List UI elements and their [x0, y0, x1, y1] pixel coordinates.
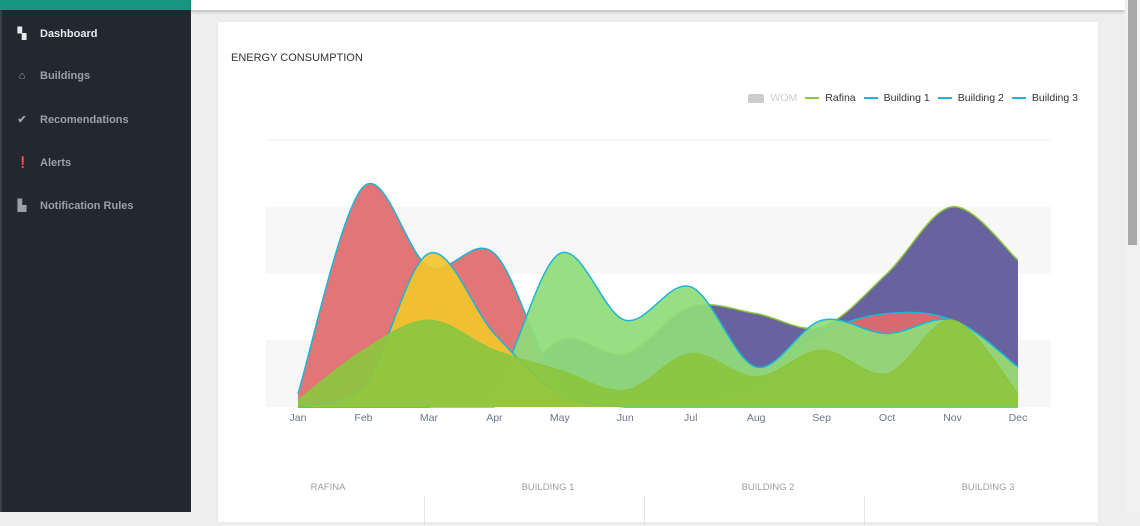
- x-tick-label: Sep: [812, 412, 831, 424]
- legend-item[interactable]: Building 3: [1011, 92, 1078, 104]
- divider: [864, 496, 865, 526]
- divider: [644, 496, 645, 526]
- legend-swatch: [805, 97, 820, 99]
- sidebar-item-label: Buildings: [40, 70, 91, 82]
- x-tick-label: Dec: [1009, 412, 1028, 424]
- column-header-rafina: RAFINA: [310, 482, 346, 493]
- scrollbar[interactable]: [1125, 0, 1140, 512]
- dashboard-icon: ▚: [17, 28, 27, 40]
- legend-item[interactable]: WOM: [748, 92, 797, 104]
- scrollbar-thumb[interactable]: [1128, 0, 1137, 245]
- legend-item[interactable]: Building 2: [937, 92, 1004, 104]
- legend-swatch: [1011, 97, 1026, 99]
- x-tick-label: Feb: [354, 412, 372, 424]
- x-tick-label: Apr: [486, 412, 503, 424]
- sidebar-item-label: Alerts: [40, 156, 72, 169]
- x-tick-label: Aug: [747, 412, 766, 424]
- x-tick-label: Jul: [684, 412, 697, 424]
- home-icon: ⌂: [18, 70, 26, 82]
- column-header-building-2: BUILDING 2: [741, 482, 795, 493]
- sidebar-item-buildings[interactable]: ⌂ Buildings: [16, 70, 90, 82]
- legend-item[interactable]: Building 1: [863, 92, 930, 104]
- sidebar-item-label: Notification Rules: [40, 199, 134, 212]
- legend-label: Building 3: [1031, 92, 1078, 104]
- x-tick-label: Jun: [617, 412, 634, 424]
- energy-chart: Jan Feb Mar Apr May Jun Jul Aug Sep Oct Nov Dec: [266, 139, 1051, 424]
- x-tick-label: Jan: [290, 412, 307, 424]
- check-icon: ✔: [17, 114, 27, 126]
- legend-swatch: [748, 93, 765, 103]
- sidebar-item-recomendations[interactable]: ✔ Recomendations: [16, 113, 129, 127]
- top-bar: [191, 0, 1125, 10]
- legend-swatch: [937, 97, 952, 99]
- legend-swatch: [863, 97, 878, 99]
- sidebar-item-dashboard[interactable]: ▚ Dashboard: [16, 27, 98, 41]
- x-tick-label: Mar: [420, 412, 439, 424]
- x-tick-label: Oct: [879, 412, 895, 424]
- sidebar-item-label: Recomendations: [40, 113, 129, 126]
- legend-label: Building 2: [957, 92, 1004, 104]
- sidebar-item-alerts[interactable]: ❗ Alerts: [16, 156, 72, 170]
- legend-item[interactable]: Rafina: [805, 92, 856, 104]
- sidebar-item-label: Dashboard: [40, 27, 98, 40]
- x-tick-label: Nov: [943, 412, 962, 424]
- chart-legend: WOM Rafina Building 1 Building 2 Building 3: [740, 92, 1078, 104]
- sidebar-item-notification-rules[interactable]: ▙ Notification Rules: [16, 199, 134, 213]
- x-tick-label: May: [550, 412, 571, 424]
- legend-label: Building 1: [883, 92, 930, 104]
- column-header-building-1: BUILDING 1: [521, 482, 575, 493]
- alert-icon: ❗: [16, 157, 30, 169]
- energy-consumption-card: ENERGY CONSUMPTION Jan Feb Mar Apr May Jun Jul…: [218, 22, 1098, 526]
- puzzle-icon: ▙: [17, 200, 27, 212]
- divider: [424, 496, 425, 526]
- column-header-building-3: BUILDING 3: [961, 482, 1015, 493]
- brand-bar: [0, 0, 191, 10]
- legend-label: WOM: [770, 92, 798, 104]
- legend-label: Rafina: [825, 92, 856, 104]
